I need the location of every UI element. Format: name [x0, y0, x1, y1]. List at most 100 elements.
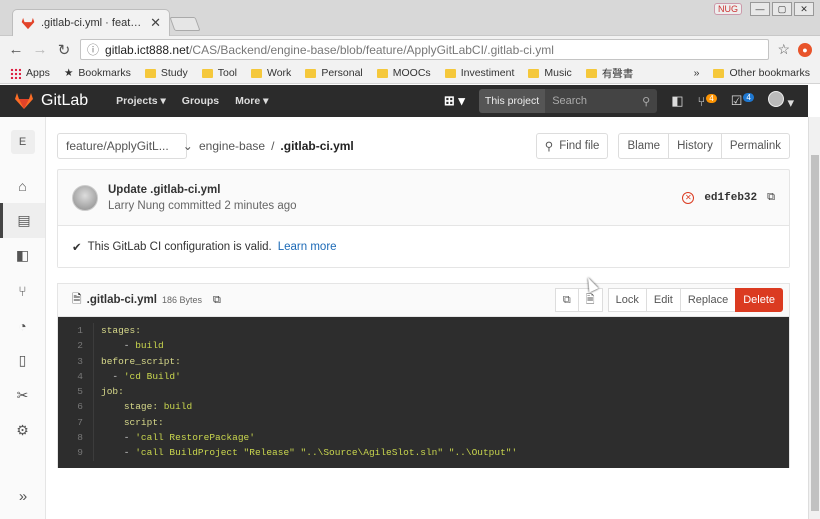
extension-icon[interactable]: ●	[798, 42, 812, 57]
line-number[interactable]: 5	[58, 384, 94, 400]
scrollbar-thumb[interactable]	[811, 155, 819, 511]
line-number[interactable]: 2	[58, 338, 94, 354]
home-icon[interactable]: ⌂	[0, 168, 45, 203]
file-toolbar: feature/ApplyGitL... ⌄ engine-base / .gi…	[57, 133, 790, 159]
folder-icon	[528, 68, 540, 78]
ci-cd-icon[interactable]: ◔	[0, 308, 45, 343]
wiki-icon[interactable]: ▯	[0, 343, 45, 378]
sidebar-toggle-icon[interactable]: ◧	[671, 93, 683, 109]
close-window-icon[interactable]: ✕	[794, 2, 814, 16]
commit-sha[interactable]: ed1feb32	[704, 192, 757, 204]
bookmark-music[interactable]: Music	[528, 67, 572, 79]
issues-board-icon[interactable]: ◧	[0, 238, 45, 273]
line-number[interactable]: 4	[58, 368, 94, 385]
line-number[interactable]: 1	[58, 323, 94, 339]
search-input[interactable]: Search ⚲	[545, 89, 658, 113]
lock-button[interactable]: Lock	[607, 288, 647, 312]
line-content: job:	[101, 386, 124, 398]
reload-icon[interactable]: ↻	[56, 41, 72, 59]
breadcrumb-file: .gitlab-ci.yml	[280, 139, 354, 153]
line-number[interactable]: 7	[58, 414, 94, 431]
file-view-actions: Blame History Permalink	[618, 133, 790, 159]
collapse-sidebar-icon[interactable]: »	[0, 488, 46, 505]
edit-button[interactable]: Edit	[645, 288, 681, 312]
delete-button[interactable]: Delete	[735, 288, 783, 312]
merge-request-icon[interactable]: ⑂	[0, 273, 45, 308]
bookmark-apps[interactable]: Apps	[10, 67, 50, 79]
main-content: feature/ApplyGitL... ⌄ engine-base / .gi…	[46, 117, 808, 519]
breadcrumb-separator: /	[271, 139, 275, 153]
project-sidebar: E ⌂ ▤ ◧ ⑂ ◔ ▯ ✂ ⚙ »	[0, 117, 46, 519]
branch-selector[interactable]: feature/ApplyGitL... ⌄	[57, 133, 193, 159]
page-scrollbar[interactable]	[808, 117, 820, 519]
search-box[interactable]: This project Search ⚲	[478, 89, 658, 113]
search-icon: ⚲	[642, 95, 651, 108]
blame-button[interactable]: Blame	[618, 133, 670, 159]
browser-tab[interactable]: .gitlab-ci.yml · feature/Ap ✕	[12, 9, 170, 36]
bookmark-moocs[interactable]: MOOCs	[376, 67, 431, 79]
bookmark-star-icon[interactable]: ☆	[777, 41, 790, 58]
bookmark-study[interactable]: Study	[144, 67, 188, 79]
new-tab-button[interactable]	[169, 17, 201, 31]
breadcrumb-repo[interactable]: engine-base	[199, 139, 265, 153]
window-controls: NUG — ▢ ✕	[714, 2, 814, 16]
find-file-button[interactable]: ⚲ Find file	[535, 133, 609, 159]
line-content: - 'cd Build'	[101, 370, 181, 382]
window-user-badge[interactable]: NUG	[714, 3, 742, 15]
tab-close-icon[interactable]: ✕	[150, 15, 161, 31]
permalink-button[interactable]: Permalink	[720, 133, 790, 159]
settings-gear-icon[interactable]: ⚙	[0, 413, 45, 448]
project-avatar[interactable]: E	[10, 130, 35, 154]
copy-file-path-icon[interactable]: ⧉	[213, 294, 221, 307]
nav-more[interactable]: More ▾	[235, 95, 268, 107]
bookmark-tool[interactable]: Tool	[201, 67, 237, 79]
repository-icon[interactable]: ▤	[0, 203, 45, 238]
bookmark-other[interactable]: Other bookmarks	[713, 67, 810, 79]
copy-source-icon[interactable]: ⧉	[554, 288, 579, 312]
merge-requests-icon[interactable]: ⑂ 4	[697, 93, 717, 109]
url-input[interactable]: ⓘ gitlab.ict888.net/CAS/Backend/engine-b…	[80, 39, 770, 60]
url-domain: gitlab.ict888.net	[105, 42, 190, 57]
file-viewer: 🗎 .gitlab-ci.yml 186 Bytes ⧉ ⧉ 🗎 Lock Ed…	[57, 283, 790, 468]
replace-button[interactable]: Replace	[679, 288, 737, 312]
bookmark-investiment[interactable]: Investiment	[444, 67, 514, 79]
learn-more-link[interactable]: Learn more	[278, 241, 337, 253]
history-button[interactable]: History	[668, 133, 722, 159]
code-line: 6 stage: build	[58, 399, 789, 415]
line-number[interactable]: 8	[58, 430, 94, 446]
code-line: 7 script:	[58, 414, 789, 431]
line-number[interactable]: 3	[58, 353, 94, 369]
new-dropdown-icon[interactable]: ⊞ ▾	[444, 93, 465, 109]
bookmarks-bar: Apps ★ Bookmarks Study Tool Work Personal…	[0, 63, 820, 84]
avatar[interactable]	[72, 184, 98, 211]
nav-groups[interactable]: Groups	[182, 95, 219, 107]
back-icon[interactable]: ←	[8, 41, 24, 58]
bookmark-bookmarks[interactable]: ★ Bookmarks	[64, 67, 131, 79]
commit-message[interactable]: Update .gitlab-ci.yml	[108, 184, 297, 196]
user-menu[interactable]: ▾	[767, 91, 794, 111]
gitlab-logo[interactable]: GitLab	[14, 92, 88, 110]
snippets-icon[interactable]: ✂	[0, 378, 45, 413]
line-number[interactable]: 6	[58, 399, 94, 415]
folder-icon	[251, 68, 262, 78]
minimize-icon[interactable]: —	[750, 2, 770, 16]
copy-icon[interactable]: ⧉	[767, 191, 775, 204]
search-scope[interactable]: This project	[478, 89, 546, 113]
todos-icon[interactable]: ☑ 4	[731, 93, 754, 109]
commit-author: Larry Nung committed 2 minutes ago	[108, 199, 297, 212]
forward-icon[interactable]: →	[32, 41, 48, 58]
info-icon[interactable]: ⓘ	[87, 41, 99, 58]
line-number[interactable]: 9	[58, 445, 94, 461]
bookmark-personal[interactable]: Personal	[305, 67, 363, 79]
maximize-icon[interactable]: ▢	[772, 2, 792, 16]
line-content: stages:	[101, 325, 141, 336]
bookmark-work[interactable]: Work	[251, 67, 291, 79]
code-view[interactable]: 1 stages: 2 - build 3 before_script: 4 - 'cd …	[58, 317, 789, 468]
nav-projects[interactable]: Projects ▾	[116, 95, 166, 107]
bookmarks-overflow-button[interactable]: »	[694, 67, 700, 79]
search-icon: ⚲	[544, 141, 554, 153]
file-header: 🗎 .gitlab-ci.yml 186 Bytes ⧉ ⧉ 🗎 Lock Ed…	[58, 284, 789, 317]
ci-status-text: This GitLab CI configuration is valid.	[87, 240, 272, 253]
pipeline-failed-icon[interactable]: ✕	[682, 191, 695, 204]
bookmark-audiobooks[interactable]: 有聲書	[585, 66, 633, 81]
